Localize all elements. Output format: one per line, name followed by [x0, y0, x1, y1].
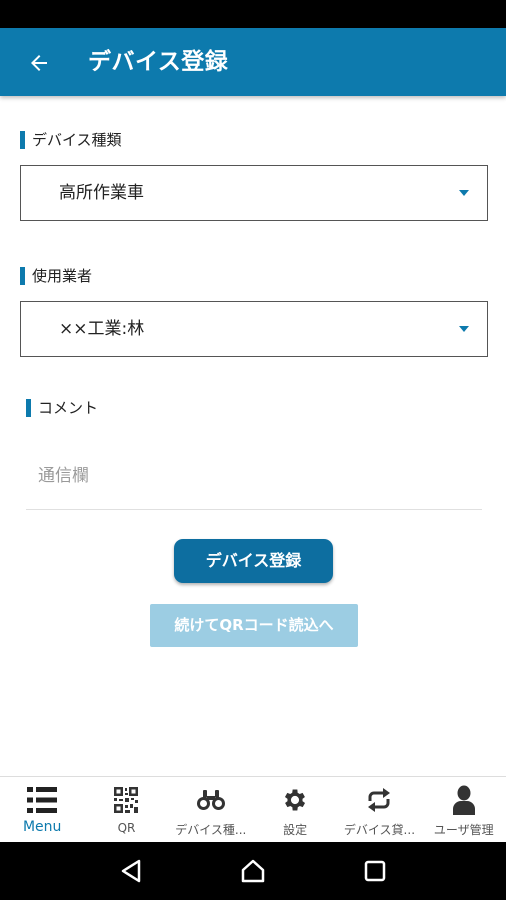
nav-item-device-types[interactable]: デバイス種... [169, 777, 253, 842]
arrow-left-icon [31, 55, 47, 71]
app-bar: デバイス登録 [0, 28, 506, 96]
device-type-label: デバイス種類 [20, 130, 122, 150]
nav-label-user-management: ユーザ管理 [433, 823, 494, 837]
nav-item-qr[interactable]: QR [84, 777, 168, 842]
device-type-value: 高所作業車 [59, 183, 144, 203]
comment-input[interactable] [26, 440, 482, 510]
status-bar [0, 0, 506, 28]
user-company-select[interactable]: ××工業:林 [20, 301, 488, 357]
chevron-down-icon [459, 326, 469, 332]
device-type-select[interactable]: 高所作業車 [20, 165, 488, 221]
nav-item-device-lending[interactable]: デバイス貸... [337, 777, 421, 842]
bottom-nav: Menu QR デバイス種... 設定 デバイス貸... ユーザ管理 [0, 776, 506, 842]
system-home-button[interactable] [233, 851, 273, 891]
register-device-button[interactable]: デバイス登録 [174, 539, 333, 583]
nav-label-device-lending: デバイス貸... [343, 823, 416, 837]
nav-item-user-management[interactable]: ユーザ管理 [422, 777, 506, 842]
nav-label-device-types: デバイス種... [175, 823, 247, 837]
nav-label-settings: 設定 [283, 823, 308, 837]
binoculars-icon [196, 790, 225, 810]
square-recents-icon [364, 860, 386, 882]
system-nav-bar [0, 842, 506, 900]
back-button[interactable] [22, 46, 56, 80]
nav-label-menu: Menu [22, 819, 62, 835]
user-company-value: ××工業:林 [59, 319, 145, 339]
nav-item-menu[interactable]: Menu [0, 777, 84, 842]
triangle-back-icon [121, 859, 141, 883]
user-company-label: 使用業者 [20, 266, 92, 286]
qr-code-icon [114, 787, 139, 813]
swap-icon [368, 788, 391, 812]
menu-list-icon [27, 787, 58, 813]
nav-item-settings[interactable]: 設定 [253, 777, 337, 842]
system-back-button[interactable] [111, 851, 151, 891]
person-icon [452, 785, 475, 815]
continue-qr-button[interactable]: 続けてQRコード読込へ [150, 604, 358, 647]
page-title: デバイス登録 [88, 49, 229, 75]
comment-label: コメント [26, 398, 98, 418]
nav-label-qr: QR [117, 821, 136, 835]
gear-icon [285, 789, 306, 811]
chevron-down-icon [459, 190, 469, 196]
home-icon [241, 859, 265, 883]
system-recents-button[interactable] [355, 851, 395, 891]
